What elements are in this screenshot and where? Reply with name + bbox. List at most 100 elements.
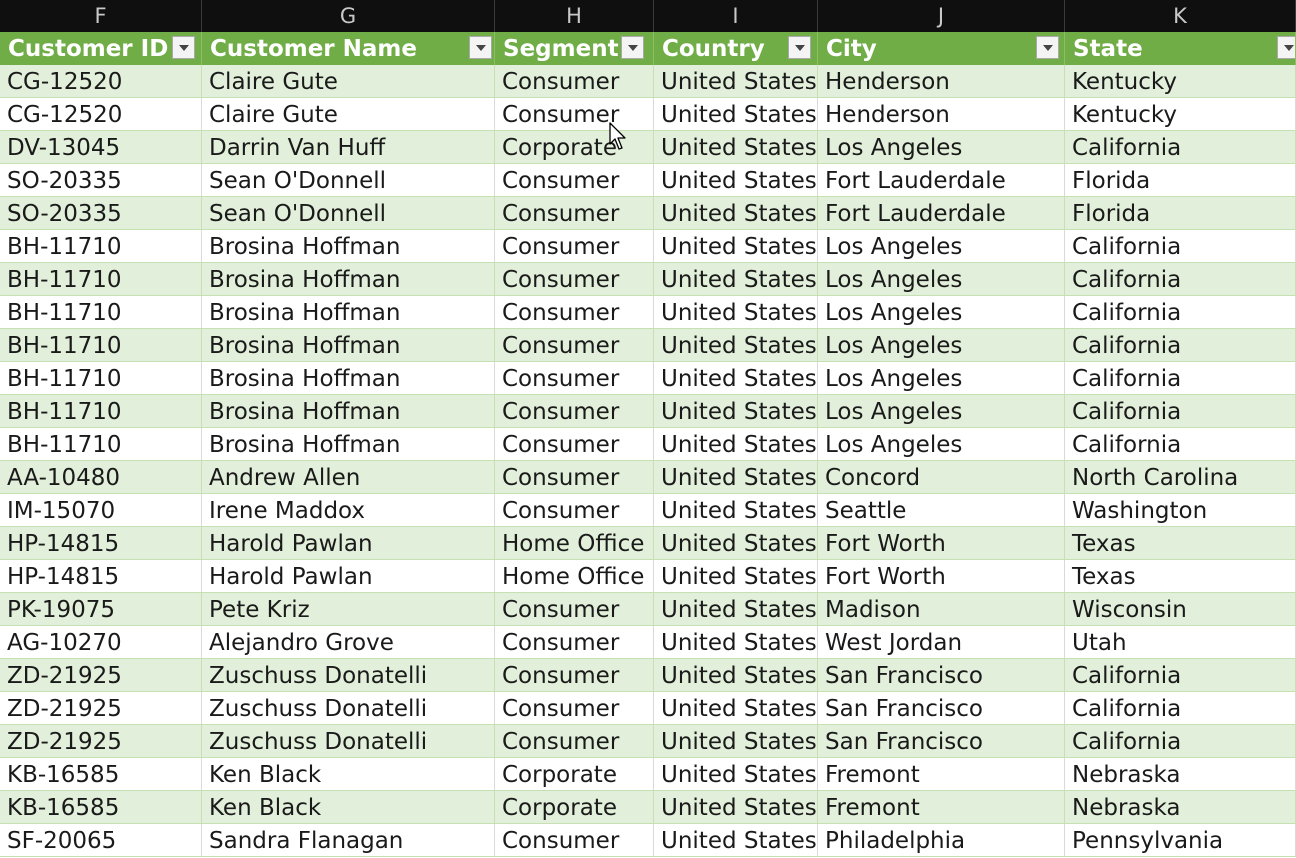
cell-city[interactable]: Los Angeles: [818, 428, 1065, 460]
column-letter-g[interactable]: G: [202, 0, 495, 32]
cell-city[interactable]: West Jordan: [818, 626, 1065, 658]
cell-customer-name[interactable]: Alejandro Grove: [202, 626, 495, 658]
cell-customer-id[interactable]: BH-11710: [0, 428, 202, 460]
cell-state[interactable]: Pennsylvania: [1065, 824, 1296, 856]
cell-country[interactable]: United States: [654, 230, 818, 262]
cell-city[interactable]: Los Angeles: [818, 362, 1065, 394]
cell-customer-name[interactable]: Brosina Hoffman: [202, 395, 495, 427]
cell-city[interactable]: Fort Worth: [818, 560, 1065, 592]
cell-country[interactable]: United States: [654, 296, 818, 328]
cell-state[interactable]: Washington: [1065, 494, 1296, 526]
cell-customer-name[interactable]: Ken Black: [202, 758, 495, 790]
cell-city[interactable]: Los Angeles: [818, 395, 1065, 427]
cell-country[interactable]: United States: [654, 362, 818, 394]
cell-segment[interactable]: Consumer: [495, 461, 654, 493]
cell-country[interactable]: United States: [654, 626, 818, 658]
cell-segment[interactable]: Consumer: [495, 98, 654, 130]
cell-city[interactable]: Fort Lauderdale: [818, 164, 1065, 196]
cell-customer-id[interactable]: SO-20335: [0, 197, 202, 229]
cell-country[interactable]: United States: [654, 494, 818, 526]
cell-customer-id[interactable]: BH-11710: [0, 362, 202, 394]
cell-customer-id[interactable]: IM-15070: [0, 494, 202, 526]
cell-customer-name[interactable]: Brosina Hoffman: [202, 296, 495, 328]
cell-city[interactable]: Seattle: [818, 494, 1065, 526]
cell-customer-name[interactable]: Brosina Hoffman: [202, 362, 495, 394]
cell-country[interactable]: United States: [654, 725, 818, 757]
cell-state[interactable]: North Carolina: [1065, 461, 1296, 493]
cell-state[interactable]: Nebraska: [1065, 791, 1296, 823]
cell-customer-name[interactable]: Ken Black: [202, 791, 495, 823]
cell-city[interactable]: Henderson: [818, 98, 1065, 130]
cell-city[interactable]: Los Angeles: [818, 263, 1065, 295]
cell-city[interactable]: Fort Lauderdale: [818, 197, 1065, 229]
cell-customer-id[interactable]: ZD-21925: [0, 725, 202, 757]
cell-state[interactable]: California: [1065, 659, 1296, 691]
cell-country[interactable]: United States: [654, 263, 818, 295]
cell-segment[interactable]: Consumer: [495, 659, 654, 691]
cell-customer-name[interactable]: Irene Maddox: [202, 494, 495, 526]
cell-customer-name[interactable]: Harold Pawlan: [202, 527, 495, 559]
cell-country[interactable]: United States: [654, 98, 818, 130]
cell-state[interactable]: California: [1065, 329, 1296, 361]
cell-customer-id[interactable]: SO-20335: [0, 164, 202, 196]
cell-city[interactable]: Philadelphia: [818, 824, 1065, 856]
cell-state[interactable]: Florida: [1065, 164, 1296, 196]
cell-customer-id[interactable]: CG-12520: [0, 98, 202, 130]
cell-state[interactable]: Utah: [1065, 626, 1296, 658]
filter-dropdown-icon[interactable]: [469, 36, 492, 59]
cell-segment[interactable]: Consumer: [495, 428, 654, 460]
cell-state[interactable]: Kentucky: [1065, 98, 1296, 130]
cell-segment[interactable]: Corporate: [495, 791, 654, 823]
cell-customer-id[interactable]: SF-20065: [0, 824, 202, 856]
cell-state[interactable]: California: [1065, 362, 1296, 394]
cell-customer-id[interactable]: ZD-21925: [0, 692, 202, 724]
column-letter-k[interactable]: K: [1065, 0, 1296, 32]
cell-country[interactable]: United States: [654, 659, 818, 691]
cell-segment[interactable]: Home Office: [495, 560, 654, 592]
cell-customer-name[interactable]: Brosina Hoffman: [202, 428, 495, 460]
cell-customer-name[interactable]: Claire Gute: [202, 98, 495, 130]
cell-segment[interactable]: Consumer: [495, 65, 654, 97]
cell-country[interactable]: United States: [654, 197, 818, 229]
cell-city[interactable]: Los Angeles: [818, 329, 1065, 361]
cell-state[interactable]: Wisconsin: [1065, 593, 1296, 625]
cell-customer-id[interactable]: BH-11710: [0, 395, 202, 427]
filter-dropdown-icon[interactable]: [621, 36, 644, 59]
cell-state[interactable]: Kentucky: [1065, 65, 1296, 97]
cell-segment[interactable]: Consumer: [495, 197, 654, 229]
cell-city[interactable]: Henderson: [818, 65, 1065, 97]
cell-segment[interactable]: Home Office: [495, 527, 654, 559]
cell-customer-name[interactable]: Brosina Hoffman: [202, 230, 495, 262]
cell-country[interactable]: United States: [654, 692, 818, 724]
cell-segment[interactable]: Consumer: [495, 725, 654, 757]
cell-state[interactable]: Nebraska: [1065, 758, 1296, 790]
cell-customer-id[interactable]: BH-11710: [0, 329, 202, 361]
cell-country[interactable]: United States: [654, 593, 818, 625]
cell-customer-name[interactable]: Zuschuss Donatelli: [202, 692, 495, 724]
cell-segment[interactable]: Consumer: [495, 626, 654, 658]
column-letter-j[interactable]: J: [818, 0, 1065, 32]
cell-customer-id[interactable]: AG-10270: [0, 626, 202, 658]
cell-country[interactable]: United States: [654, 164, 818, 196]
cell-state[interactable]: California: [1065, 230, 1296, 262]
cell-customer-id[interactable]: ZD-21925: [0, 659, 202, 691]
cell-city[interactable]: San Francisco: [818, 725, 1065, 757]
cell-customer-name[interactable]: Zuschuss Donatelli: [202, 725, 495, 757]
cell-customer-id[interactable]: HP-14815: [0, 560, 202, 592]
cell-city[interactable]: San Francisco: [818, 659, 1065, 691]
cell-customer-id[interactable]: BH-11710: [0, 263, 202, 295]
cell-segment[interactable]: Corporate: [495, 131, 654, 163]
cell-city[interactable]: Madison: [818, 593, 1065, 625]
cell-customer-id[interactable]: AA-10480: [0, 461, 202, 493]
cell-customer-id[interactable]: PK-19075: [0, 593, 202, 625]
cell-country[interactable]: United States: [654, 824, 818, 856]
cell-city[interactable]: Fremont: [818, 791, 1065, 823]
cell-country[interactable]: United States: [654, 131, 818, 163]
cell-segment[interactable]: Consumer: [495, 329, 654, 361]
cell-customer-id[interactable]: CG-12520: [0, 65, 202, 97]
cell-segment[interactable]: Consumer: [495, 494, 654, 526]
filter-dropdown-icon[interactable]: [1036, 36, 1059, 59]
cell-customer-id[interactable]: KB-16585: [0, 791, 202, 823]
cell-segment[interactable]: Consumer: [495, 164, 654, 196]
cell-state[interactable]: California: [1065, 692, 1296, 724]
